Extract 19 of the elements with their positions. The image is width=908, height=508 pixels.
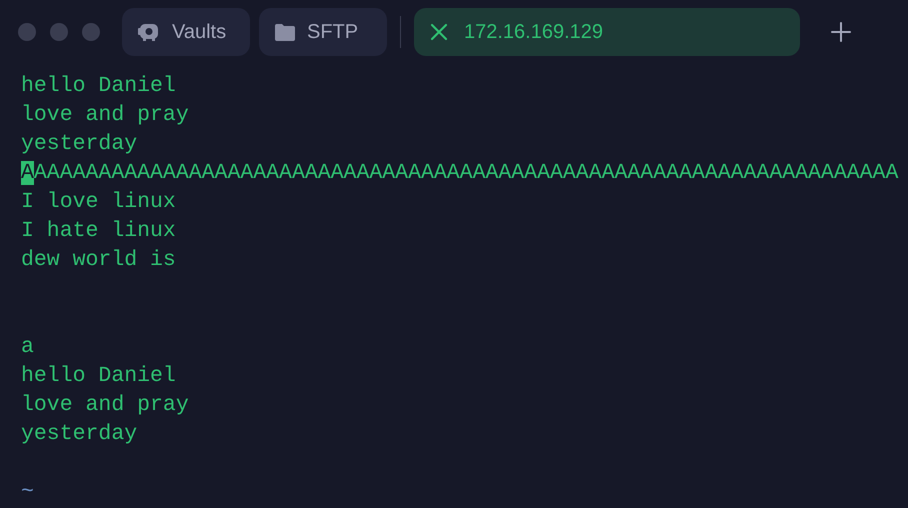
close-icon[interactable] — [430, 23, 448, 41]
terminal-line: love and pray — [21, 102, 189, 129]
terminal-line: dew world is — [21, 247, 176, 274]
folder-icon — [275, 24, 295, 40]
terminal-line: yesterday — [21, 421, 138, 448]
terminal-line: hello Daniel — [21, 363, 176, 390]
terminal-line: ~ — [21, 479, 34, 506]
terminal-line: yesterday — [21, 131, 138, 158]
terminal-line: hello Daniel — [21, 73, 176, 100]
tab[interactable]: 172.16.169.129 — [414, 8, 800, 56]
terminal-line: AAAAAAAAAAAAAAAAAAAAAAAAAAAAAAAAAAAAAAAAAAAAAAAAAAAAAAAAAAAAAAAAAAAA — [21, 160, 898, 187]
terminal-line: I love linux — [21, 189, 176, 216]
tab[interactable]: SFTP — [259, 8, 387, 56]
terminal-line: a — [21, 334, 34, 361]
tab[interactable]: Vaults — [122, 8, 250, 56]
plus-icon[interactable] — [831, 22, 851, 42]
vault-icon — [138, 22, 160, 42]
terminal-line: I hate linux — [21, 218, 176, 245]
terminal-line: love and pray — [21, 392, 189, 419]
